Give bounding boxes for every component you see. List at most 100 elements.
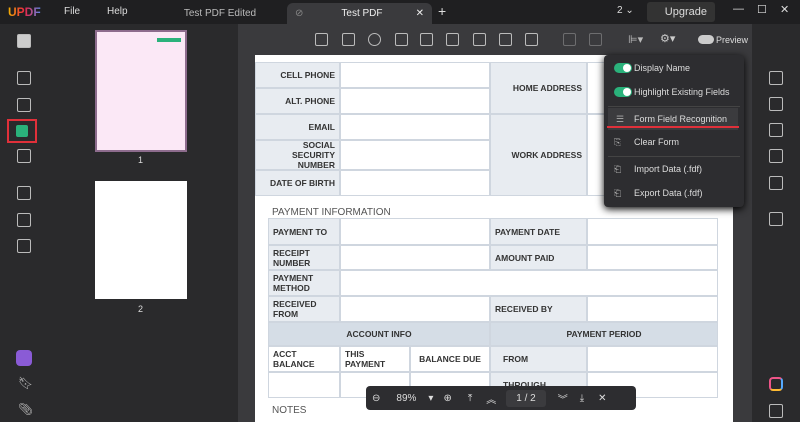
right-toolbar	[752, 24, 800, 422]
highlight-fields-option[interactable]: Highlight Existing Fields	[604, 81, 744, 103]
protect-icon[interactable]	[769, 123, 783, 137]
attachment-icon[interactable]: 📎︎	[18, 402, 33, 416]
signature-field-icon[interactable]	[525, 33, 538, 46]
save-icon[interactable]	[769, 212, 783, 226]
duplicate-icon[interactable]	[563, 33, 576, 46]
sign-icon[interactable]	[17, 149, 31, 163]
first-page-icon[interactable]: ⤒	[468, 393, 472, 404]
next-page-icon[interactable]: ︾	[558, 391, 568, 406]
page-count-dropdown[interactable]: 2 ⌄	[617, 5, 634, 16]
received-from-field[interactable]	[340, 296, 490, 322]
email-label: EMAIL	[255, 114, 340, 140]
display-name-option[interactable]: Display Name	[604, 57, 744, 79]
highlight-toggle[interactable]	[614, 87, 632, 97]
align-icon[interactable]: ⊫▾	[628, 33, 643, 46]
last-page-icon[interactable]: ⤓	[580, 393, 584, 404]
maximize-icon[interactable]: ☐	[757, 3, 767, 16]
clear-form-option[interactable]: ⎘ Clear Form	[604, 131, 744, 153]
tab-test-pdf-edited[interactable]: Test PDF Edited	[170, 3, 270, 24]
email-icon[interactable]	[769, 176, 783, 190]
thumbnail-page-1[interactable]	[95, 30, 187, 152]
zoom-in-icon[interactable]: ⊕	[443, 393, 451, 404]
cell-phone-field[interactable]	[340, 62, 490, 88]
payment-date-field[interactable]	[587, 218, 718, 245]
menu-label: Export Data (.fdf)	[634, 188, 703, 198]
button-icon[interactable]	[446, 33, 459, 46]
this-payment-label: THIS PAYMENT	[340, 346, 410, 372]
menu-label: Form Field Recognition	[634, 114, 728, 124]
export-icon: ⎗	[614, 187, 622, 198]
ai-assistant-icon[interactable]	[769, 377, 783, 391]
dropdown-icon[interactable]	[395, 33, 408, 46]
grid-icon[interactable]	[589, 33, 602, 46]
menu-label: Clear Form	[634, 137, 680, 147]
menu-file[interactable]: File	[64, 6, 80, 17]
convert-icon[interactable]	[769, 97, 783, 111]
thumbnail-page-2[interactable]	[95, 181, 187, 299]
text-field-icon[interactable]	[315, 33, 328, 46]
close-zoom-bar-icon[interactable]: ✕	[598, 393, 606, 404]
list-box-icon[interactable]	[420, 33, 433, 46]
date-field-icon[interactable]	[499, 33, 512, 46]
form-tools-icon[interactable]: ⚙▾	[660, 32, 675, 45]
organize-icon[interactable]	[17, 186, 31, 200]
share-icon[interactable]	[769, 149, 783, 163]
form-icon	[16, 125, 28, 137]
page-indicator[interactable]: 1 / 2	[506, 389, 546, 407]
layers-icon[interactable]	[16, 350, 32, 366]
compress-icon[interactable]	[17, 239, 31, 253]
ocr-icon[interactable]	[769, 71, 783, 85]
recognition-icon: ☰	[616, 113, 625, 124]
received-by-field[interactable]	[587, 296, 718, 322]
reader-icon[interactable]	[17, 34, 31, 48]
payment-section-title: PAYMENT INFORMATION	[272, 207, 391, 218]
preview-toggle[interactable]	[698, 35, 714, 44]
form-tool-selected[interactable]	[7, 119, 37, 143]
total-pages: 2	[530, 392, 536, 404]
alt-phone-field[interactable]	[340, 88, 490, 114]
ssn-field[interactable]	[340, 140, 490, 170]
acct-balance-field[interactable]	[268, 372, 340, 398]
current-page[interactable]: 1	[516, 393, 522, 404]
import-icon: ⎗	[614, 163, 622, 174]
email-field[interactable]	[340, 114, 490, 140]
tab-test-pdf[interactable]: ⊘ Test PDF ✕	[287, 3, 432, 24]
display-name-toggle[interactable]	[614, 63, 632, 73]
radio-button-icon[interactable]	[368, 33, 381, 46]
payment-to-field[interactable]	[340, 218, 490, 245]
payment-to-label: PAYMENT TO	[268, 218, 340, 245]
minimize-icon[interactable]: —	[733, 3, 744, 15]
import-data-option[interactable]: ⎗ Import Data (.fdf)	[604, 158, 744, 180]
zoom-level[interactable]: 89%	[396, 393, 416, 404]
work-address-label: WORK ADDRESS	[490, 114, 587, 196]
export-data-option[interactable]: ⎗ Export Data (.fdf)	[604, 182, 744, 204]
alt-phone-label: ALT. PHONE	[255, 88, 340, 114]
left-toolbar: 🔖︎ 📎︎	[0, 24, 48, 422]
dob-field[interactable]	[340, 170, 490, 196]
chat-icon[interactable]	[769, 404, 783, 418]
crop-icon[interactable]	[17, 213, 31, 227]
zoom-dropdown-icon[interactable]: ▾	[428, 393, 433, 404]
receipt-number-field[interactable]	[340, 245, 490, 270]
title-bar: UPDF File Help Test PDF Edited ⊘ Test PDF…	[0, 0, 800, 24]
new-tab-icon[interactable]: +	[438, 3, 446, 19]
payment-method-field[interactable]	[340, 270, 718, 296]
checkbox-icon[interactable]	[342, 33, 355, 46]
image-field-icon[interactable]	[473, 33, 486, 46]
amount-paid-field[interactable]	[587, 245, 718, 270]
edit-icon[interactable]	[17, 98, 31, 112]
account-info-header: ACCOUNT INFO	[268, 322, 490, 346]
zoom-out-icon[interactable]: ⊖	[372, 393, 380, 404]
close-window-icon[interactable]: ✕	[780, 3, 789, 16]
app-logo: UPDF	[8, 5, 41, 19]
previous-page-icon[interactable]: ︽	[486, 391, 496, 406]
thumbnail-label: 2	[138, 304, 144, 314]
upgrade-button[interactable]: Upgrade	[647, 2, 715, 22]
menu-help[interactable]: Help	[107, 6, 128, 17]
home-address-label: HOME ADDRESS	[490, 62, 587, 114]
bookmark-icon[interactable]: 🔖︎	[18, 376, 33, 390]
pdf-icon: ⊘	[295, 8, 304, 19]
comment-icon[interactable]	[17, 71, 31, 85]
from-field[interactable]	[587, 346, 718, 372]
close-tab-icon[interactable]: ✕	[416, 8, 424, 19]
